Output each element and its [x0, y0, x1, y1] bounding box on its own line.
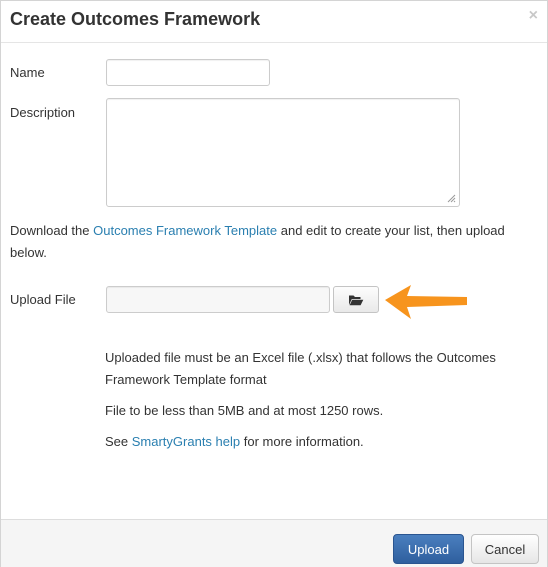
dialog-footer: Upload Cancel	[1, 519, 547, 567]
help-prefix-text: See	[105, 434, 132, 449]
upload-size-note: File to be less than 5MB and at most 125…	[105, 403, 384, 418]
name-input[interactable]	[106, 59, 270, 86]
help-reference: See SmartyGrants help for more informati…	[105, 431, 525, 453]
name-label: Name	[10, 65, 45, 80]
smartygrants-help-link[interactable]: SmartyGrants help	[132, 434, 240, 449]
close-icon[interactable]: ×	[529, 8, 538, 24]
description-textarea[interactable]	[106, 98, 460, 207]
cancel-button[interactable]: Cancel	[471, 534, 539, 564]
upload-file-label: Upload File	[10, 292, 76, 307]
dialog-header: Create Outcomes Framework ×	[1, 1, 547, 43]
download-instructions: Download the Outcomes Framework Template…	[10, 220, 530, 264]
upload-format-note: Uploaded file must be an Excel file (.xl…	[105, 350, 496, 387]
template-link[interactable]: Outcomes Framework Template	[93, 223, 277, 238]
download-prefix-text: Download the	[10, 223, 94, 238]
description-label: Description	[10, 105, 76, 120]
annotation-arrow-icon	[385, 285, 467, 319]
browse-file-button[interactable]	[333, 286, 379, 313]
upload-file-input[interactable]	[106, 286, 330, 313]
dialog-title: Create Outcomes Framework	[10, 9, 261, 29]
create-outcomes-framework-dialog: Create Outcomes Framework × Name Descrip…	[0, 0, 548, 567]
help-suffix-text: for more information.	[240, 434, 364, 449]
folder-open-icon	[349, 295, 364, 305]
resize-grip-icon[interactable]	[447, 194, 456, 203]
upload-button[interactable]: Upload	[393, 534, 464, 564]
